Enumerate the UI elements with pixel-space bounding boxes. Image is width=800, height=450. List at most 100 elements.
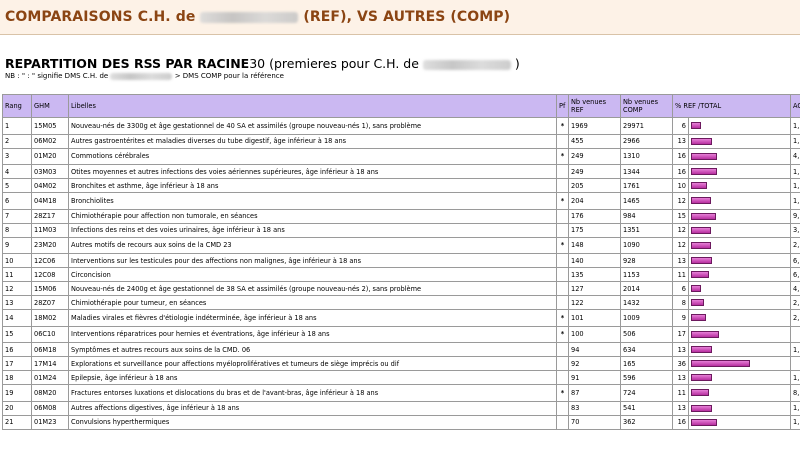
cell-nb-venues-ref: 204: [568, 192, 621, 210]
cell-pct-ref: 13: [672, 370, 689, 385]
pct-bar: [691, 360, 750, 367]
cell-nb-venues-comp: 165: [620, 356, 673, 371]
cell-rang: 10: [2, 253, 32, 268]
cell-ac: 1,: [790, 164, 800, 179]
cell-libelle: Autres affections digestives, âge inféri…: [68, 400, 557, 416]
cell-nb-venues-ref: 91: [568, 370, 621, 385]
col-header-ghm: GHM: [31, 94, 69, 118]
cell-ghm: 15M05: [31, 117, 69, 135]
cell-pf: *: [556, 236, 569, 254]
cell-ac: 3,: [790, 222, 800, 238]
cell-pct-bar: [687, 281, 792, 296]
cell-pct-ref: 11: [672, 267, 689, 282]
cell-rang: 6: [2, 192, 32, 210]
table-header-row: Rang GHM Libelles Pf Nb venues REF Nb ve…: [2, 94, 800, 118]
cell-nb-venues-ref: 83: [568, 400, 621, 416]
cell-pct-bar: [687, 267, 792, 282]
cell-pct-ref: 16: [672, 164, 689, 179]
table-row: 1 15M05 Nouveau-nés de 3300g et âge gestat…: [2, 117, 800, 135]
section-title-close: ): [514, 56, 520, 71]
pct-bar: [691, 137, 712, 145]
table-row: 15 06C10 Interventions réparatrices pour h…: [2, 325, 800, 343]
table-row: 14 18M02 Maladies virales et fièvres d'éti…: [2, 309, 800, 327]
cell-ac: 9,: [790, 208, 800, 224]
cell-libelle: Symptômes et autres recours aux soins de…: [68, 342, 557, 357]
cell-libelle: Chimiothérapie pour affection non tumora…: [68, 208, 557, 224]
table-row: 12 15M06 Nouveau-nés de 2400g et âge gesta…: [2, 281, 800, 296]
cell-pct-ref: 36: [672, 356, 689, 371]
cell-ghm: 28Z07: [31, 295, 69, 310]
cell-libelle: Convulsions hyperthermiques: [68, 414, 557, 430]
table-row: 18 01M24 Epilepsie, âge inférieur à 18 ans…: [2, 370, 800, 385]
pct-bar: [691, 418, 717, 426]
cell-pct-bar: [687, 147, 792, 165]
cell-libelle: Circoncision: [68, 267, 557, 282]
cell-nb-venues-comp: 541: [620, 400, 673, 416]
pct-bar: [691, 389, 709, 397]
cell-ac: 1,: [790, 342, 800, 357]
cell-nb-venues-comp: 1432: [620, 295, 673, 310]
col-header-nb-venues-ref: Nb venues REF: [568, 94, 621, 118]
cell-nb-venues-ref: 94: [568, 342, 621, 357]
cell-nb-venues-ref: 140: [568, 253, 621, 268]
cell-pf: [556, 222, 569, 238]
pct-bar: [691, 212, 716, 220]
pct-bar: [691, 330, 719, 338]
table-row: 8 11M03 Infections des reins et des voies …: [2, 222, 800, 238]
cell-nb-venues-ref: 70: [568, 414, 621, 430]
cell-nb-venues-comp: 362: [620, 414, 673, 430]
cell-rang: 20: [2, 400, 32, 416]
note-prefix: NB : " : " signifie DMS C.H. de: [5, 72, 109, 80]
cell-rang: 18: [2, 370, 32, 385]
cell-ac: 1,: [790, 133, 800, 149]
cell-nb-venues-ref: 135: [568, 267, 621, 282]
cell-ghm: 04M18: [31, 192, 69, 210]
cell-libelle: Interventions réparatrices pour hernies …: [68, 325, 557, 343]
cell-rang: 14: [2, 309, 32, 327]
cell-pct-bar: [687, 384, 792, 402]
cell-ghm: 03M03: [31, 164, 69, 179]
pct-bar: [691, 152, 717, 160]
cell-pf: [556, 400, 569, 416]
cell-ghm: 12C06: [31, 253, 69, 268]
cell-ghm: 28Z17: [31, 208, 69, 224]
cell-libelle: Nouveau-nés de 2400g et âge gestationnel…: [68, 281, 557, 296]
pct-bar: [691, 182, 707, 189]
cell-libelle: Maladies virales et fièvres d'étiologie …: [68, 309, 557, 327]
report-banner: COMPARAISONS C.H. de (REF), VS AUTRES (C…: [0, 0, 800, 35]
table-row: 11 12C08 Circoncision 135 1153 11 6,: [2, 267, 800, 282]
cell-libelle: Nouveau-nés de 3300g et âge gestationnel…: [68, 117, 557, 135]
cell-nb-venues-comp: 29971: [620, 117, 673, 135]
cell-pf: *: [556, 192, 569, 210]
cell-pct-ref: 8: [672, 295, 689, 310]
cell-nb-venues-comp: 1344: [620, 164, 673, 179]
cell-pct-bar: [687, 192, 792, 210]
cell-libelle: Chimiothérapie pour tumeur, en séances: [68, 295, 557, 310]
col-header-libelles: Libelles: [68, 94, 557, 118]
section-title: REPARTITION DES RSS PAR RACINE30 (premie…: [5, 56, 520, 71]
cell-ghm: 08M20: [31, 384, 69, 402]
cell-libelle: Fractures entorses luxations et dislocat…: [68, 384, 557, 402]
cell-pct-bar: [687, 295, 792, 310]
redacted-hospital-name: [110, 72, 173, 80]
cell-rang: 9: [2, 236, 32, 254]
cell-nb-venues-comp: 1153: [620, 267, 673, 282]
table-row: 19 08M20 Fractures entorses luxations et d…: [2, 384, 800, 402]
table-row: 16 06M18 Symptômes et autres recours aux s…: [2, 342, 800, 357]
cell-nb-venues-ref: 176: [568, 208, 621, 224]
cell-pf: [556, 208, 569, 224]
pct-bar: [691, 197, 711, 205]
redacted-hospital-name: [422, 59, 511, 70]
cell-pct-ref: 16: [672, 147, 689, 165]
cell-ghm: 01M20: [31, 147, 69, 165]
cell-ac: 1,: [790, 178, 800, 193]
table-row: 5 04M02 Bronchites et asthme, âge inférieu…: [2, 178, 800, 193]
cell-ac: 1,: [790, 414, 800, 430]
cell-pct-bar: [687, 309, 792, 327]
redacted-hospital-name: [200, 11, 299, 23]
cell-pct-ref: 13: [672, 342, 689, 357]
cell-libelle: Infections des reins et des voies urinai…: [68, 222, 557, 238]
cell-pct-ref: 6: [672, 117, 689, 135]
cell-pct-ref: 12: [672, 192, 689, 210]
table-row: 17 17M14 Explorations et surveillance pour…: [2, 356, 800, 371]
